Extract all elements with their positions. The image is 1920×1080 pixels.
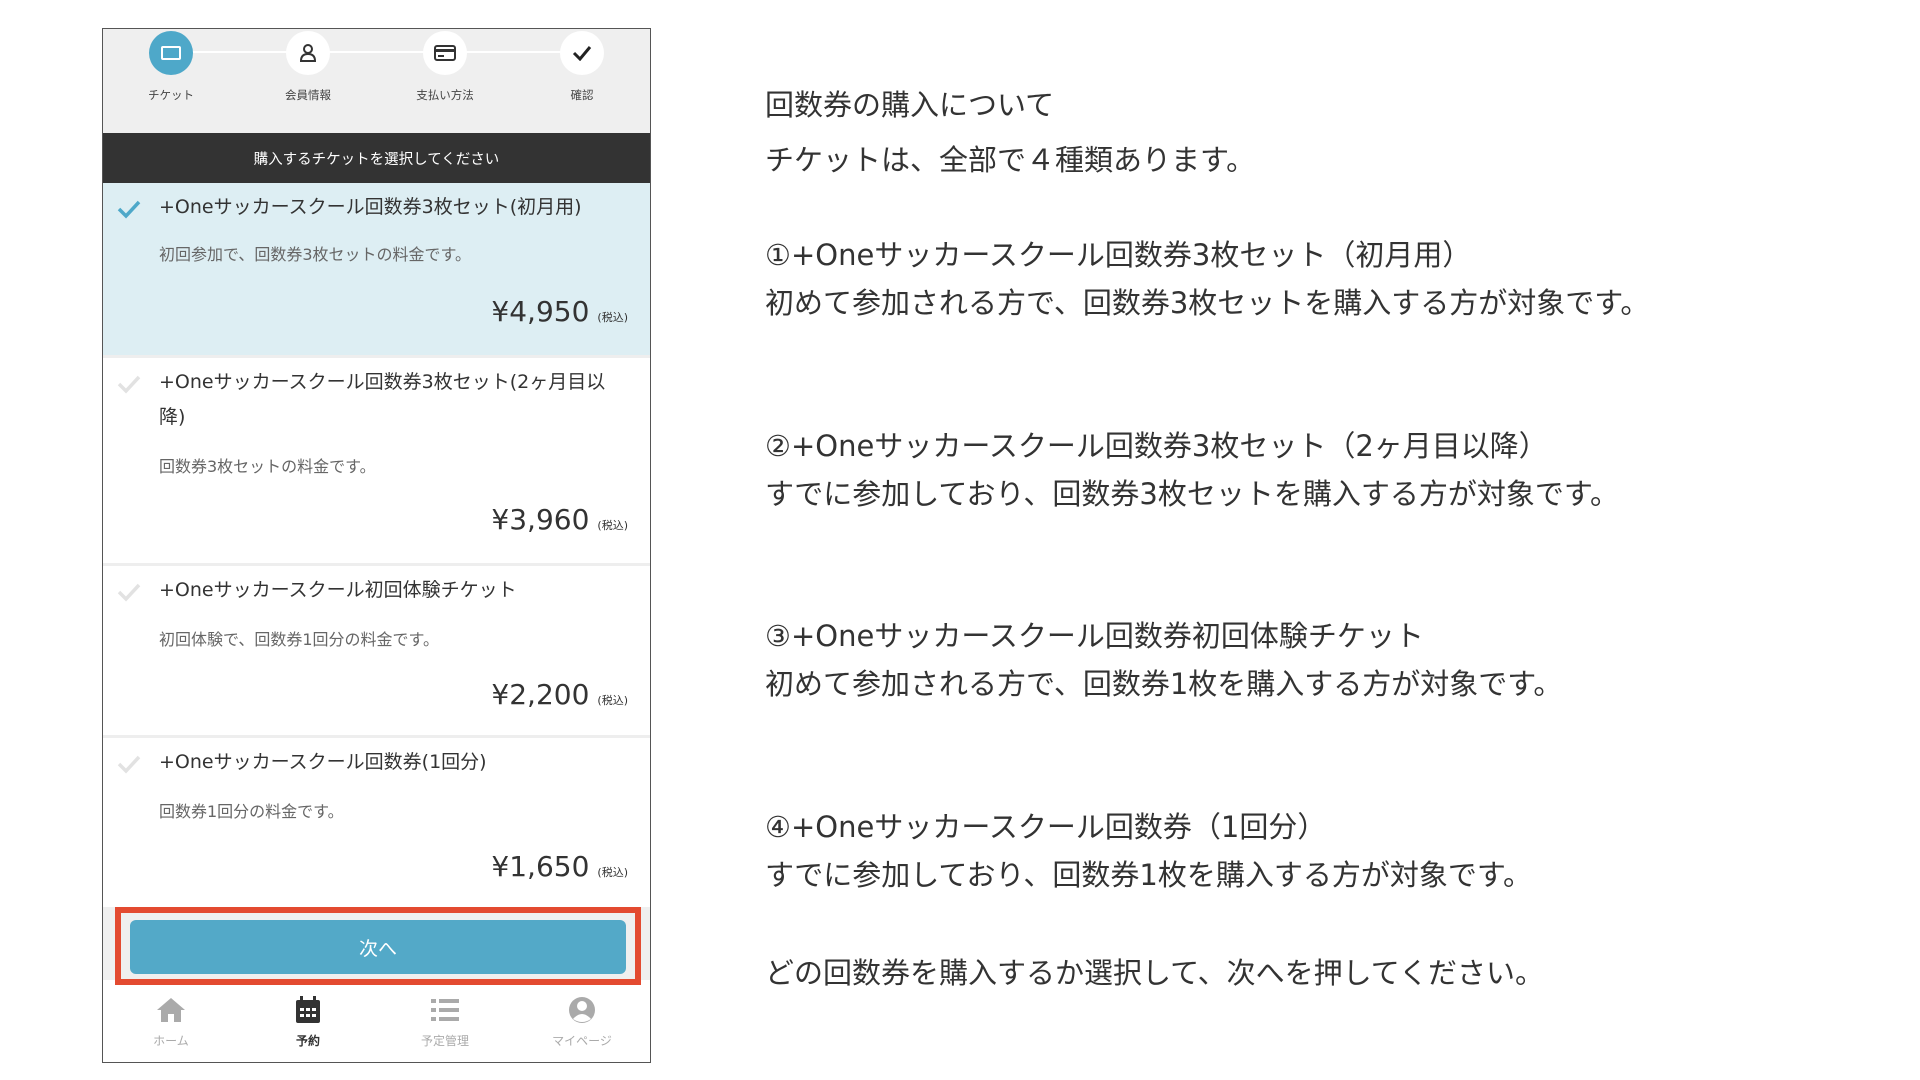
tab-home[interactable]: ホーム [111, 994, 231, 1049]
progress-stepper: チケット 会員情報 支払い方法 確認 [103, 29, 650, 133]
bottom-tab-bar: ホーム 予約 予定管理 マイページ [103, 986, 650, 1062]
ticket-description: 回数券1回分の料金です。 [159, 802, 344, 821]
ticket-list: +Oneサッカースクール回数券3枚セット(初月用) 初回参加で、回数券3枚セット… [103, 183, 650, 908]
ticket-price: ¥4,950 (税込) [491, 295, 628, 328]
explanation-closing: どの回数券を購入するか選択して、次へを押してください。 [765, 956, 1544, 990]
select-ticket-banner: 購入するチケットを選択してください [103, 133, 650, 183]
stepper-line [171, 51, 581, 53]
next-button[interactable]: 次へ [130, 920, 626, 974]
step-label: 確認 [570, 88, 594, 102]
phone-screen: チケット 会員情報 支払い方法 確認 購入するチケットを選択してください +On [102, 28, 651, 1063]
tax-label: (税込) [597, 694, 628, 707]
explanation-item2-desc: すでに参加しており、回数券3枚セットを購入する方が対象です。 [765, 477, 1619, 511]
tab-label: 予約 [295, 1034, 320, 1048]
step-label: 会員情報 [285, 88, 331, 102]
step-label: 支払い方法 [416, 88, 474, 102]
explanation-intro: チケットは、全部で４種類あります。 [765, 143, 1256, 177]
explanation-item4-desc: すでに参加しており、回数券1枚を購入する方が対象です。 [765, 858, 1532, 892]
explanation-item3-title: ③+Oneサッカースクール回数券初回体験チケット [765, 619, 1424, 653]
tab-label: 予定管理 [420, 1034, 469, 1048]
account-icon [565, 994, 599, 1026]
tab-schedule[interactable]: 予定管理 [385, 994, 505, 1049]
ticket-description: 初回体験で、回数券1回分の料金です。 [159, 630, 439, 649]
tab-reservation[interactable]: 予約 [248, 994, 368, 1049]
price-value: ¥3,960 [491, 503, 590, 536]
tax-label: (税込) [597, 866, 628, 879]
ticket-title: +Oneサッカースクール回数券3枚セット(初月用) [159, 196, 582, 218]
check-icon [117, 755, 141, 774]
explanation-heading: 回数券の購入について [765, 88, 1055, 122]
ticket-price: ¥2,200 (税込) [491, 678, 628, 711]
ticket-price: ¥3,960 (税込) [491, 503, 628, 536]
list-icon [428, 994, 462, 1026]
ticket-description: 回数券3枚セットの料金です。 [159, 457, 376, 476]
tab-label: ホーム [153, 1034, 189, 1048]
step-confirm: 確認 [532, 31, 632, 103]
explanation-item3-desc: 初めて参加される方で、回数券1枚を購入する方が対象です。 [765, 667, 1563, 701]
calendar-icon [291, 994, 325, 1026]
ticket-title: +Oneサッカースクール回数券(1回分) [159, 751, 487, 773]
ticket-option-single[interactable]: +Oneサッカースクール回数券(1回分) 回数券1回分の料金です。 ¥1,650… [103, 738, 650, 908]
ticket-description: 初回参加で、回数券3枚セットの料金です。 [159, 245, 471, 264]
step-member-info: 会員情報 [258, 31, 358, 103]
check-icon [117, 200, 141, 219]
price-value: ¥2,200 [491, 678, 590, 711]
tax-label: (税込) [597, 519, 628, 532]
credit-card-icon [423, 31, 467, 75]
step-ticket: チケット [121, 31, 221, 103]
home-icon [154, 994, 188, 1026]
explanation-item4-title: ④+Oneサッカースクール回数券（1回分） [765, 810, 1327, 844]
step-label: チケット [148, 88, 194, 102]
ticket-title: +Oneサッカースクール回数券3枚セット(2ヶ月目以降) [159, 371, 606, 428]
tab-label: マイページ [552, 1034, 612, 1048]
check-icon [117, 583, 141, 602]
ticket-title: +Oneサッカースクール初回体験チケット [159, 579, 517, 601]
ticket-option-first-month[interactable]: +Oneサッカースクール回数券3枚セット(初月用) 初回参加で、回数券3枚セット… [103, 183, 650, 358]
price-value: ¥1,650 [491, 850, 590, 883]
explanation-item1-desc: 初めて参加される方で、回数券3枚セットを購入する方が対象です。 [765, 286, 1650, 320]
check-icon [560, 31, 604, 75]
tax-label: (税込) [597, 311, 628, 324]
ticket-option-after-second-month[interactable]: +Oneサッカースクール回数券3枚セット(2ヶ月目以降) 回数券3枚セットの料金… [103, 358, 650, 566]
user-icon [286, 31, 330, 75]
ticket-icon [149, 31, 193, 75]
highlight-annotation: 次へ [115, 907, 641, 985]
tab-mypage[interactable]: マイページ [522, 994, 642, 1049]
price-value: ¥4,950 [491, 295, 590, 328]
step-payment: 支払い方法 [395, 31, 495, 103]
explanation-item1-title: ①+Oneサッカースクール回数券3枚セット（初月用） [765, 238, 1472, 272]
next-button-area: 次へ [103, 907, 650, 985]
ticket-price: ¥1,650 (税込) [491, 850, 628, 883]
explanation-item2-title: ②+Oneサッカースクール回数券3枚セット（2ヶ月目以降） [765, 429, 1548, 463]
check-icon [117, 375, 141, 394]
ticket-option-trial[interactable]: +Oneサッカースクール初回体験チケット 初回体験で、回数券1回分の料金です。 … [103, 566, 650, 738]
